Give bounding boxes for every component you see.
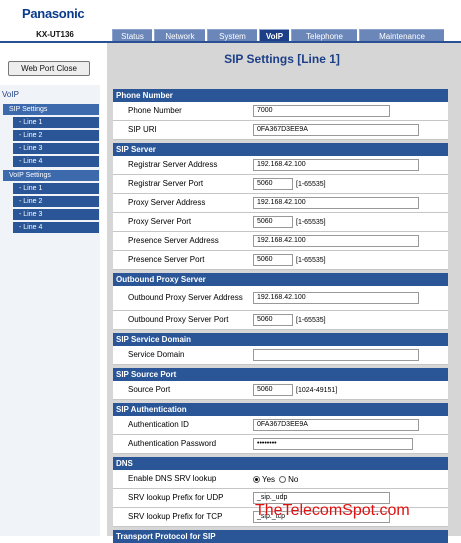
row-dns-srv: Enable DNS SRV lookup Yes No — [113, 470, 448, 489]
presence-port-input[interactable]: 5060 — [253, 254, 293, 266]
row-presence-port: Presence Server Port 5060 [1-65535] — [113, 251, 448, 270]
sidebar-item-sip-line-4[interactable]: - Line 4 — [13, 156, 99, 167]
registrar-port-label: Registrar Server Port — [128, 179, 204, 188]
proxy-port-label: Proxy Server Port — [128, 217, 192, 226]
proxy-address-input[interactable]: 192.168.42.100 — [253, 197, 419, 209]
presence-address-label: Presence Server Address — [128, 236, 219, 245]
authentication-id-label: Authentication ID — [128, 420, 189, 429]
section-outbound-proxy: Outbound Proxy Server — [113, 273, 448, 286]
phone-number-label: Phone Number — [128, 106, 182, 115]
row-proxy-address: Proxy Server Address 192.168.42.100 — [113, 194, 448, 213]
sidebar-item-voip-line-4[interactable]: - Line 4 — [13, 222, 99, 233]
sidebar-item-voip-line-2[interactable]: - Line 2 — [13, 196, 99, 207]
sidebar-item-sip-settings[interactable]: SIP Settings — [3, 104, 99, 115]
sip-settings-form: Phone Number Phone Number 7000 SIP URI 0… — [113, 89, 448, 543]
sip-uri-label: SIP URI — [128, 125, 157, 134]
row-phone-number: Phone Number 7000 — [113, 102, 448, 121]
sidebar-item-sip-line-3[interactable]: - Line 3 — [13, 143, 99, 154]
presence-address-input[interactable]: 192.168.42.100 — [253, 235, 419, 247]
outbound-proxy-port-input[interactable]: 5060 — [253, 314, 293, 326]
registrar-port-input[interactable]: 5060 — [253, 178, 293, 190]
sidebar-item-sip-line-2[interactable]: - Line 2 — [13, 130, 99, 141]
sidebar-item-voip-settings[interactable]: VoIP Settings — [3, 170, 99, 181]
dns-srv-yes-radio[interactable] — [253, 475, 260, 483]
section-dns: DNS — [113, 457, 448, 470]
source-port-range: [1024-49151] — [296, 386, 338, 394]
sidebar-item-voip-line-1[interactable]: - Line 1 — [13, 183, 99, 194]
dns-srv-label: Enable DNS SRV lookup — [128, 474, 217, 483]
row-service-domain: Service Domain — [113, 346, 448, 365]
proxy-port-range: [1-65535] — [296, 218, 326, 226]
section-phone-number: Phone Number — [113, 89, 448, 102]
proxy-port-input[interactable]: 5060 — [253, 216, 293, 228]
authentication-id-input[interactable]: 0FA367D3EE9A — [253, 419, 419, 431]
row-registrar-port: Registrar Server Port 5060 [1-65535] — [113, 175, 448, 194]
sidebar-voip-heading: VoIP — [2, 90, 19, 99]
sidebar-item-sip-line-1[interactable]: - Line 1 — [13, 117, 99, 128]
section-authentication: SIP Authentication — [113, 403, 448, 416]
srv-udp-prefix-label: SRV lookup Prefix for UDP — [128, 493, 224, 502]
source-port-label: Source Port — [128, 385, 171, 394]
brand-header: Panasonic KX-UT136 — [0, 0, 110, 44]
section-sip-server: SIP Server — [113, 143, 448, 156]
sip-uri-input[interactable]: 0FA367D3EE9A — [253, 124, 419, 136]
srv-tcp-prefix-label: SRV lookup Prefix for TCP — [128, 512, 223, 521]
registrar-port-range: [1-65535] — [296, 180, 326, 188]
registrar-address-input[interactable]: 192.168.42.100 — [253, 159, 419, 171]
outbound-proxy-address-label: Outbound Proxy Server Address — [128, 293, 243, 302]
dns-srv-yes-label: Yes — [262, 474, 276, 484]
presence-port-label: Presence Server Port — [128, 255, 205, 264]
dns-srv-no-radio[interactable] — [279, 475, 287, 483]
row-presence-address: Presence Server Address 192.168.42.100 — [113, 232, 448, 251]
row-outbound-proxy-address: Outbound Proxy Server Address 192.168.42… — [113, 286, 448, 311]
outbound-proxy-port-label: Outbound Proxy Server Port — [128, 315, 229, 324]
panasonic-logo: Panasonic — [22, 6, 85, 21]
row-sip-uri: SIP URI 0FA367D3EE9A — [113, 121, 448, 140]
web-port-close-button[interactable]: Web Port Close — [8, 61, 90, 76]
authentication-password-label: Authentication Password — [128, 439, 217, 448]
service-domain-input[interactable] — [253, 349, 419, 361]
outbound-proxy-address-input[interactable]: 192.168.42.100 — [253, 292, 419, 304]
presence-port-range: [1-65535] — [296, 256, 326, 264]
row-outbound-proxy-port: Outbound Proxy Server Port 5060 [1-65535] — [113, 311, 448, 330]
section-service-domain: SIP Service Domain — [113, 333, 448, 346]
dns-srv-no-label: No — [288, 474, 299, 484]
registrar-address-label: Registrar Server Address — [128, 160, 218, 169]
row-proxy-port: Proxy Server Port 5060 [1-65535] — [113, 213, 448, 232]
row-authentication-id: Authentication ID 0FA367D3EE9A — [113, 416, 448, 435]
watermark-text: TheTelecomSpot.com — [255, 502, 410, 519]
section-transport-protocol: Transport Protocol for SIP — [113, 530, 448, 543]
source-port-input[interactable]: 5060 — [253, 384, 293, 396]
authentication-password-input[interactable]: •••••••• — [253, 438, 413, 450]
row-registrar-address: Registrar Server Address 192.168.42.100 — [113, 156, 448, 175]
model-name: KX-UT136 — [36, 30, 74, 39]
sidebar-item-voip-line-3[interactable]: - Line 3 — [13, 209, 99, 220]
proxy-address-label: Proxy Server Address — [128, 198, 206, 207]
page-title: SIP Settings [Line 1] — [224, 52, 340, 66]
row-authentication-password: Authentication Password •••••••• — [113, 435, 448, 454]
outbound-proxy-port-range: [1-65535] — [296, 316, 326, 324]
service-domain-label: Service Domain — [128, 350, 185, 359]
phone-number-input[interactable]: 7000 — [253, 105, 390, 117]
row-source-port: Source Port 5060 [1024-49151] — [113, 381, 448, 400]
section-source-port: SIP Source Port — [113, 368, 448, 381]
sidebar: VoIP SIP Settings - Line 1 - Line 2 - Li… — [0, 87, 100, 536]
